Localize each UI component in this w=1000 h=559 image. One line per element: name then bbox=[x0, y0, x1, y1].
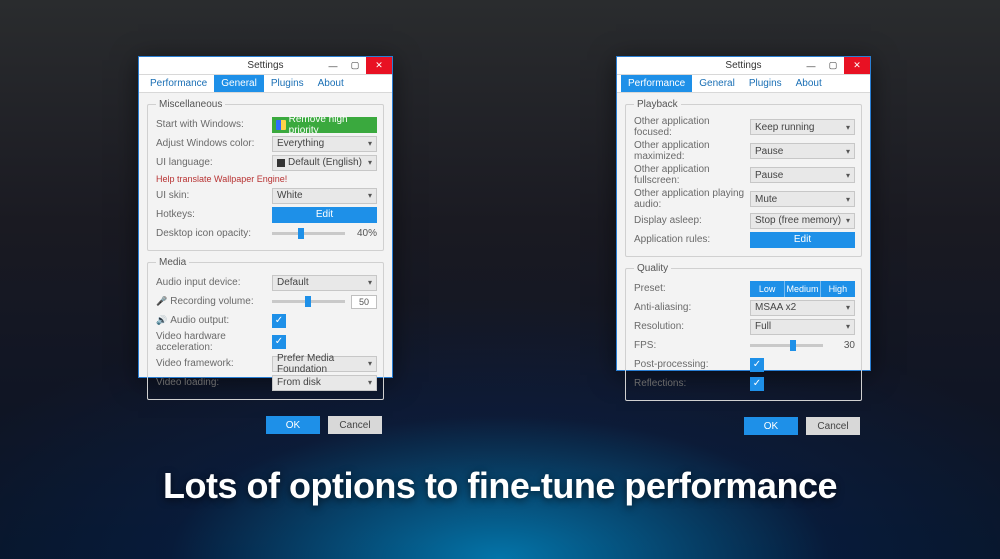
other-maximized-select[interactable]: Pause bbox=[750, 143, 855, 159]
label-start-with-windows: Start with Windows: bbox=[156, 119, 272, 130]
group-label: Quality bbox=[634, 263, 671, 274]
label-preset: Preset: bbox=[634, 283, 750, 294]
audio-input-select[interactable]: Default bbox=[272, 275, 377, 291]
reflections-checkbox[interactable] bbox=[750, 377, 764, 391]
preset-segmented-control[interactable]: Low Medium High bbox=[750, 281, 855, 297]
tab-performance[interactable]: Performance bbox=[621, 75, 692, 92]
icon-opacity-value: 40% bbox=[351, 228, 377, 239]
other-focused-select[interactable]: Keep running bbox=[750, 119, 855, 135]
minimize-button[interactable]: — bbox=[800, 57, 822, 74]
label-audio-input: Audio input device: bbox=[156, 277, 272, 288]
display-asleep-select[interactable]: Stop (free memory) bbox=[750, 213, 855, 229]
settings-window-general: Settings — ▢ ✕ Performance General Plugi… bbox=[138, 56, 393, 378]
cancel-button[interactable]: Cancel bbox=[328, 416, 382, 434]
tab-about[interactable]: About bbox=[789, 75, 829, 92]
postprocessing-checkbox[interactable] bbox=[750, 358, 764, 372]
ui-skin-select[interactable]: White bbox=[272, 188, 377, 204]
tab-general[interactable]: General bbox=[214, 75, 264, 92]
label-audio-output: Audio output: bbox=[156, 315, 272, 326]
caption-text: Lots of options to fine-tune performance bbox=[0, 465, 1000, 507]
label-hotkeys: Hotkeys: bbox=[156, 209, 272, 220]
tab-about[interactable]: About bbox=[311, 75, 351, 92]
tab-bar: Performance General Plugins About bbox=[617, 75, 870, 93]
close-button[interactable]: ✕ bbox=[844, 57, 870, 74]
label-adjust-color: Adjust Windows color: bbox=[156, 138, 272, 149]
group-playback: Playback Other application focused: Keep… bbox=[625, 99, 862, 257]
video-hwaccel-checkbox[interactable] bbox=[272, 335, 286, 349]
label-other-focused: Other application focused: bbox=[634, 116, 750, 138]
icon-opacity-slider[interactable] bbox=[272, 232, 345, 235]
hotkeys-edit-button[interactable]: Edit bbox=[272, 207, 377, 223]
titlebar[interactable]: Settings — ▢ ✕ bbox=[617, 57, 870, 75]
other-audio-select[interactable]: Mute bbox=[750, 191, 855, 207]
preset-medium[interactable]: Medium bbox=[785, 281, 820, 297]
label-video-loading: Video loading: bbox=[156, 377, 272, 388]
tab-general[interactable]: General bbox=[692, 75, 742, 92]
ok-button[interactable]: OK bbox=[744, 417, 798, 435]
label-postprocessing: Post-processing: bbox=[634, 359, 750, 370]
shield-icon bbox=[276, 120, 286, 130]
label-video-hw-accel: Video hardware acceleration: bbox=[156, 331, 272, 353]
antialiasing-select[interactable]: MSAA x2 bbox=[750, 300, 855, 316]
tab-performance[interactable]: Performance bbox=[143, 75, 214, 92]
flag-icon bbox=[277, 159, 285, 167]
app-rules-edit-button[interactable]: Edit bbox=[750, 232, 855, 248]
ui-language-select[interactable]: Default (English) bbox=[272, 155, 377, 171]
recording-volume-value[interactable]: 50 bbox=[351, 295, 377, 309]
tab-bar: Performance General Plugins About bbox=[139, 75, 392, 93]
fps-value: 30 bbox=[829, 340, 855, 351]
preset-low[interactable]: Low bbox=[750, 281, 785, 297]
label-resolution: Resolution: bbox=[634, 321, 750, 332]
maximize-button[interactable]: ▢ bbox=[344, 57, 366, 74]
label-reflections: Reflections: bbox=[634, 378, 750, 389]
label-display-asleep: Display asleep: bbox=[634, 215, 750, 226]
fps-slider[interactable] bbox=[750, 344, 823, 347]
preset-high[interactable]: High bbox=[821, 281, 855, 297]
group-media: Media Audio input device: Default Record… bbox=[147, 257, 384, 400]
maximize-button[interactable]: ▢ bbox=[822, 57, 844, 74]
video-framework-select[interactable]: Prefer Media Foundation bbox=[272, 356, 377, 372]
group-quality: Quality Preset: Low Medium High Anti-ali… bbox=[625, 263, 862, 401]
label-other-audio: Other application playing audio: bbox=[634, 188, 750, 210]
label-video-framework: Video framework: bbox=[156, 358, 272, 369]
translate-link[interactable]: Help translate Wallpaper Engine! bbox=[156, 174, 287, 184]
cancel-button[interactable]: Cancel bbox=[806, 417, 860, 435]
minimize-button[interactable]: — bbox=[322, 57, 344, 74]
recording-volume-slider[interactable] bbox=[272, 300, 345, 303]
group-label: Playback bbox=[634, 99, 681, 110]
close-button[interactable]: ✕ bbox=[366, 57, 392, 74]
group-label: Media bbox=[156, 257, 189, 268]
label-fps: FPS: bbox=[634, 340, 750, 351]
dialog-footer: OK Cancel bbox=[617, 411, 870, 441]
label-icon-opacity: Desktop icon opacity: bbox=[156, 228, 272, 239]
label-recording-volume: Recording volume: bbox=[156, 296, 272, 307]
tab-plugins[interactable]: Plugins bbox=[742, 75, 789, 92]
label-antialiasing: Anti-aliasing: bbox=[634, 302, 750, 313]
settings-window-performance: Settings — ▢ ✕ Performance General Plugi… bbox=[616, 56, 871, 371]
label-app-rules: Application rules: bbox=[634, 234, 750, 245]
label-other-maximized: Other application maximized: bbox=[634, 140, 750, 162]
video-loading-select[interactable]: From disk bbox=[272, 375, 377, 391]
label-other-fullscreen: Other application fullscreen: bbox=[634, 164, 750, 186]
other-fullscreen-select[interactable]: Pause bbox=[750, 167, 855, 183]
label-ui-language: UI language: bbox=[156, 157, 272, 168]
group-label: Miscellaneous bbox=[156, 99, 225, 110]
resolution-select[interactable]: Full bbox=[750, 319, 855, 335]
tab-plugins[interactable]: Plugins bbox=[264, 75, 311, 92]
remove-high-priority-button[interactable]: Remove high priority bbox=[272, 117, 377, 133]
audio-output-checkbox[interactable] bbox=[272, 314, 286, 328]
group-miscellaneous: Miscellaneous Start with Windows: Remove… bbox=[147, 99, 384, 251]
dialog-footer: OK Cancel bbox=[139, 410, 392, 440]
ok-button[interactable]: OK bbox=[266, 416, 320, 434]
titlebar[interactable]: Settings — ▢ ✕ bbox=[139, 57, 392, 75]
label-ui-skin: UI skin: bbox=[156, 190, 272, 201]
adjust-color-select[interactable]: Everything bbox=[272, 136, 377, 152]
